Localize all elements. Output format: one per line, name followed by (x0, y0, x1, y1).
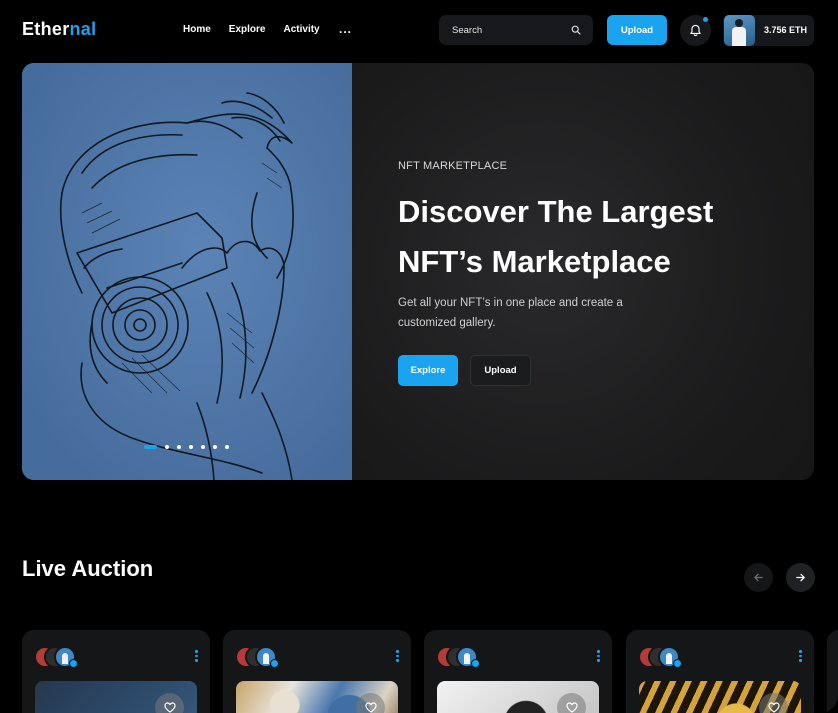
auction-cards (22, 630, 838, 713)
heart-icon (364, 702, 377, 713)
avatar[interactable] (724, 15, 755, 46)
top-navbar: Ethernal Home Explore Activity ... Searc… (0, 0, 838, 62)
app-frame: Ethernal Home Explore Activity ... Searc… (0, 0, 838, 713)
slider-dot-4[interactable] (189, 445, 193, 449)
heart-icon (163, 702, 176, 713)
verified-badge-icon (471, 659, 480, 668)
carousel-next-button[interactable] (786, 563, 815, 592)
search-bar[interactable]: Search (439, 15, 593, 45)
arrow-left-icon (754, 573, 763, 582)
avatar-body (732, 27, 746, 46)
auction-card[interactable] (223, 630, 411, 713)
wallet-balance[interactable]: 3.756 ETH (723, 15, 814, 46)
hero-title: Discover The Largest NFT’s Marketplace (398, 187, 778, 287)
notification-dot (703, 17, 708, 22)
search-icon[interactable] (571, 25, 581, 35)
kebab-icon[interactable] (597, 650, 600, 664)
search-input[interactable]: Search (452, 25, 482, 36)
header-upload-button[interactable]: Upload (607, 15, 667, 45)
owner-avatars (638, 646, 688, 668)
slider-dot-2[interactable] (165, 445, 169, 449)
auction-card[interactable] (22, 630, 210, 713)
nav-link-activity[interactable]: Activity (283, 24, 319, 35)
slider-dot-6[interactable] (213, 445, 217, 449)
verified-badge-icon (69, 659, 78, 668)
verified-badge-icon (270, 659, 279, 668)
slider-pagination (144, 445, 237, 449)
kebab-icon[interactable] (799, 650, 802, 664)
auction-card[interactable] (626, 630, 814, 713)
verified-badge-icon (673, 659, 682, 668)
owner-avatars (34, 646, 84, 668)
slider-dot-3[interactable] (177, 445, 181, 449)
hero-title-line2: NFT’s Marketplace (398, 244, 671, 279)
nav-link-explore[interactable]: Explore (229, 24, 266, 35)
slider-dot-1[interactable] (144, 445, 157, 449)
explore-button[interactable]: Explore (398, 355, 458, 386)
photographer-sketch-illustration (22, 63, 352, 480)
nav-links: Home Explore Activity (183, 24, 338, 35)
section-title-live-auction: Live Auction (22, 556, 154, 581)
logo-text-primary: Ether (22, 19, 70, 39)
owner-avatars (235, 646, 285, 668)
more-menu-button[interactable]: ... (339, 22, 352, 36)
hero-title-line1: Discover The Largest (398, 194, 714, 229)
owner-avatars (436, 646, 486, 668)
logo-text-accent: nal (69, 19, 97, 39)
hero-upload-button[interactable]: Upload (470, 355, 531, 386)
hero-artwork (22, 63, 352, 480)
kebab-icon[interactable] (396, 650, 399, 664)
hero-banner: NFT MARKETPLACE Discover The Largest NFT… (22, 63, 814, 480)
arrow-right-icon (796, 573, 805, 582)
heart-icon (767, 702, 780, 713)
logo[interactable]: Ethernal (22, 19, 96, 40)
bell-icon (690, 24, 701, 37)
notifications-button[interactable] (680, 15, 711, 46)
auction-card-partial[interactable] (827, 630, 838, 713)
nav-link-home[interactable]: Home (183, 24, 211, 35)
balance-text: 3.756 ETH (764, 25, 808, 35)
carousel-prev-button[interactable] (744, 563, 773, 592)
slider-dot-5[interactable] (201, 445, 205, 449)
heart-icon (565, 702, 578, 713)
kebab-icon[interactable] (195, 650, 198, 664)
slider-dot-7[interactable] (225, 445, 229, 449)
avatar-head (735, 19, 743, 27)
auction-card[interactable] (424, 630, 612, 713)
hero-eyebrow: NFT MARKETPLACE (398, 160, 508, 172)
hero-description: Get all your NFT’s in one place and crea… (398, 297, 623, 329)
